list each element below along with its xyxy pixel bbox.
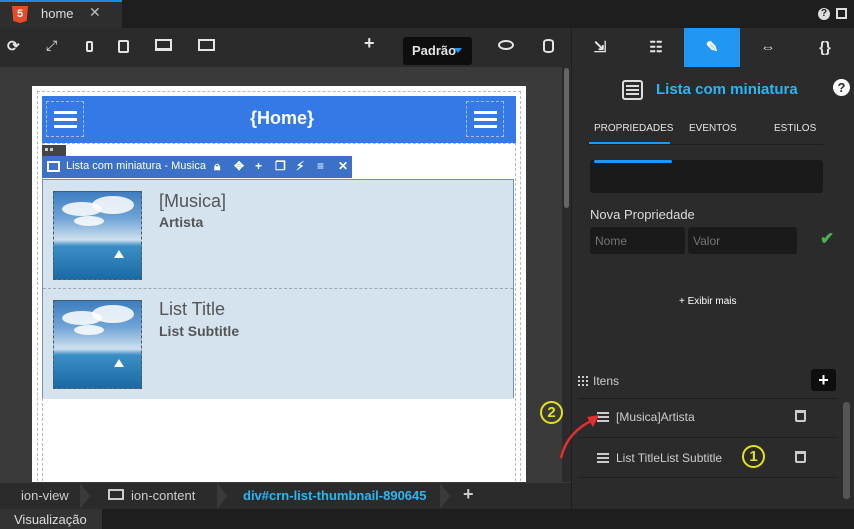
menu-left-icon[interactable] bbox=[46, 101, 84, 137]
datasource-icon[interactable]: ≡ bbox=[317, 159, 324, 173]
lock-icon[interactable]: 🔒︎ bbox=[214, 159, 220, 174]
remove-icon[interactable]: ✕ bbox=[338, 159, 348, 173]
thumbnail-image bbox=[53, 300, 142, 389]
breadcrumb-item[interactable]: ion-content bbox=[131, 488, 195, 503]
items-section-label: Itens bbox=[593, 374, 620, 388]
trash-icon[interactable] bbox=[795, 410, 806, 422]
property-name-input[interactable] bbox=[590, 227, 685, 254]
canvas-scrollbar-thumb[interactable] bbox=[564, 68, 569, 208]
tab-code-icon[interactable]: {} bbox=[797, 28, 853, 67]
new-property-label: Nova Propriedade bbox=[590, 207, 695, 222]
add-component-button[interactable]: + bbox=[364, 33, 375, 54]
desktop-view-icon[interactable] bbox=[155, 39, 172, 51]
phone-view-icon[interactable] bbox=[86, 41, 93, 52]
list-thumbnail-icon bbox=[622, 80, 643, 100]
canvas-toolbar: ⟳ ⤢ + bbox=[0, 28, 571, 67]
tab-import-icon[interactable]: ⇲ bbox=[572, 28, 628, 67]
expand-icon[interactable]: ⤢ bbox=[46, 37, 57, 54]
list-item-subtitle: Artista bbox=[159, 214, 204, 230]
trash-icon[interactable] bbox=[795, 451, 806, 463]
component-handle[interactable] bbox=[42, 145, 66, 156]
property-field-indicator bbox=[594, 160, 672, 163]
help-icon[interactable]: ? bbox=[833, 79, 850, 96]
list-item-title: [Musica] bbox=[159, 191, 227, 211]
annotation-marker: 1 bbox=[742, 445, 765, 468]
breadcrumb-item[interactable]: ion-view bbox=[21, 488, 69, 503]
confirm-check-icon[interactable]: ✔ bbox=[820, 229, 834, 249]
list-item-subtitle: List Subtitle bbox=[159, 323, 240, 339]
breadcrumb-separator bbox=[440, 483, 450, 509]
tab-resize-icon[interactable]: ⇔ bbox=[740, 28, 796, 67]
tablet-view-icon[interactable] bbox=[118, 40, 129, 53]
restore-window-icon[interactable] bbox=[836, 8, 847, 19]
tab-home-label[interactable]: home bbox=[41, 6, 74, 21]
breadcrumb-separator bbox=[80, 483, 90, 509]
tab-events[interactable]: EVENTOS bbox=[689, 123, 737, 134]
menu-right-icon[interactable] bbox=[466, 101, 504, 137]
move-icon[interactable]: ✥ bbox=[234, 159, 244, 173]
add-icon[interactable]: + bbox=[255, 159, 262, 173]
page-title[interactable]: {Home} bbox=[200, 108, 364, 129]
tab-tree-icon[interactable]: ☷ bbox=[628, 28, 684, 67]
help-icon[interactable]: ? bbox=[818, 8, 830, 20]
list-item-title: List Title bbox=[159, 299, 226, 319]
status-bar bbox=[0, 509, 854, 529]
hide-preview-icon[interactable] bbox=[498, 40, 514, 50]
monitor-icon bbox=[108, 489, 124, 500]
panel-scrollbar[interactable] bbox=[843, 402, 850, 499]
add-item-button[interactable]: + bbox=[811, 369, 836, 391]
duplicate-icon[interactable]: ❐ bbox=[275, 159, 286, 173]
html5-icon: 5 bbox=[12, 6, 28, 23]
annotation-arrow bbox=[559, 415, 599, 459]
show-more-link[interactable]: + Exibir mais bbox=[679, 296, 737, 307]
divider bbox=[589, 144, 823, 145]
tab-close-icon[interactable]: ✕ bbox=[89, 4, 101, 21]
magic-wand-icon[interactable]: ⚡︎ bbox=[296, 159, 304, 173]
component-label: Lista com miniatura - Musica bbox=[66, 160, 206, 172]
tab-edit-icon[interactable]: ✎ bbox=[684, 28, 740, 67]
thumbnail-image bbox=[53, 191, 142, 280]
refresh-icon[interactable]: ⟳ bbox=[7, 37, 20, 55]
item-row-label[interactable]: [Musica]Artista bbox=[616, 410, 695, 424]
property-value-input[interactable] bbox=[688, 227, 797, 254]
component-selection-toolbar: Lista com miniatura - Musica 🔒︎ ✥ + ❐ ⚡︎… bbox=[42, 156, 352, 178]
tab-properties[interactable]: PROPRIEDADES bbox=[594, 123, 673, 134]
add-icon[interactable]: + bbox=[463, 484, 474, 505]
caret-down-icon bbox=[454, 48, 462, 53]
wide-desktop-view-icon[interactable] bbox=[198, 39, 215, 51]
panel-title: Lista com miniatura bbox=[656, 81, 798, 98]
grid-icon bbox=[578, 376, 588, 386]
property-field[interactable] bbox=[590, 160, 823, 193]
list-thumbnail-icon bbox=[47, 161, 60, 172]
tab-styles[interactable]: ESTILOS bbox=[774, 123, 816, 134]
database-icon[interactable] bbox=[543, 39, 554, 53]
breadcrumb-item-active[interactable]: div#crn-list-thumbnail-890645 bbox=[243, 488, 427, 503]
preview-tab-label[interactable]: Visualização bbox=[14, 512, 87, 527]
document-tab-bar bbox=[0, 0, 854, 28]
breadcrumb-separator bbox=[217, 483, 227, 509]
item-row-label[interactable]: List TitleList Subtitle bbox=[616, 451, 722, 465]
